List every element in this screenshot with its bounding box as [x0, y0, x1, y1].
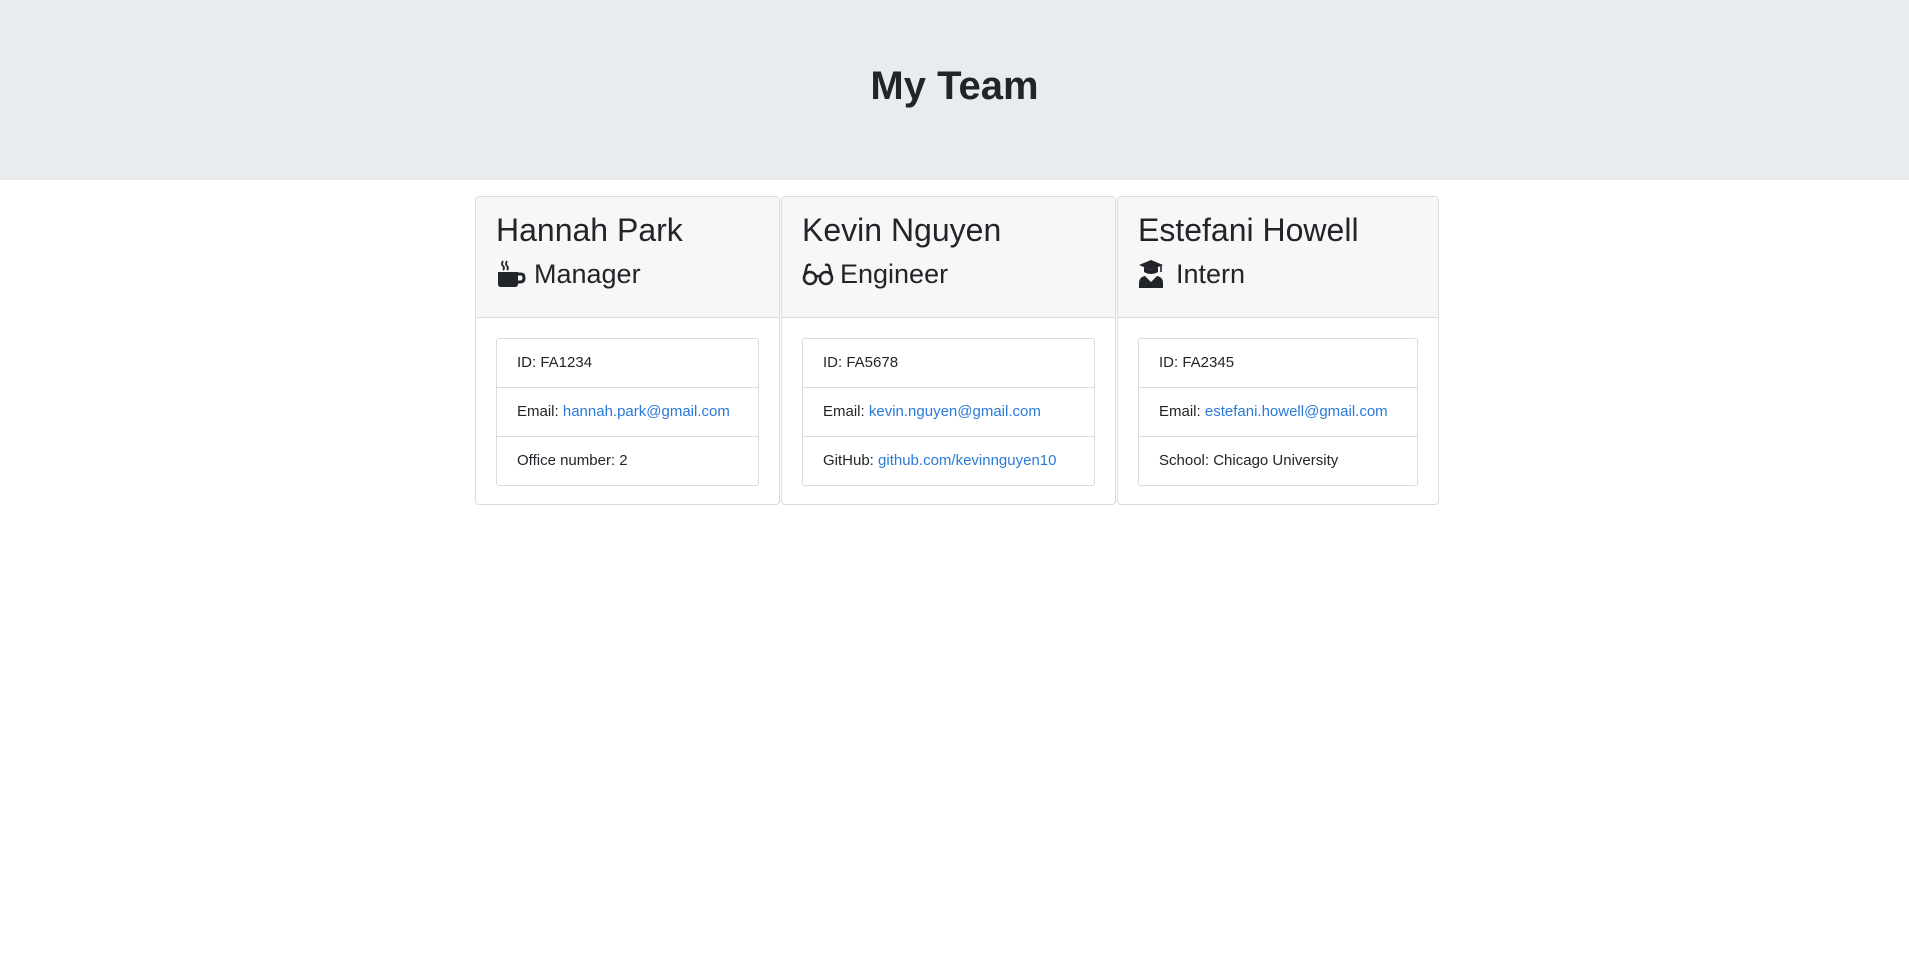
employee-github: GitHub: github.com/kevinnguyen10 [803, 436, 1094, 485]
github-link[interactable]: github.com/kevinnguyen10 [878, 452, 1056, 469]
office-number-label: Office number: [517, 452, 616, 469]
graduate-icon [1138, 259, 1168, 289]
github-label: GitHub: [823, 452, 874, 469]
coffee-mug-icon [496, 259, 526, 289]
page-title: My Team [870, 63, 1039, 108]
id-label: ID: [1159, 354, 1179, 371]
employee-role: Engineer [802, 257, 1095, 291]
office-number-value: 2 [619, 452, 628, 469]
employee-role-label: Engineer [840, 259, 949, 289]
card-body: ID: FA5678 Email: kevin.nguyen@gmail.com… [782, 318, 1115, 504]
employee-details: ID: FA2345 Email: estefani.howell@gmail.… [1138, 338, 1418, 486]
email-link[interactable]: hannah.park@gmail.com [563, 403, 730, 420]
id-label: ID: [517, 354, 537, 371]
email-link[interactable]: kevin.nguyen@gmail.com [869, 403, 1041, 420]
school-label: School: [1159, 452, 1210, 469]
id-value: FA2345 [1182, 354, 1235, 371]
email-label: Email: [823, 403, 865, 420]
employee-role: Manager [496, 257, 759, 291]
id-label: ID: [823, 354, 843, 371]
employee-email: Email: kevin.nguyen@gmail.com [803, 387, 1094, 436]
employee-id: ID: FA5678 [803, 339, 1094, 387]
employee-name: Kevin Nguyen [802, 212, 1002, 248]
employee-email: Email: hannah.park@gmail.com [497, 387, 758, 436]
employee-office-number: Office number: 2 [497, 436, 758, 485]
employee-id: ID: FA1234 [497, 339, 758, 387]
employee-card-intern: Estefani Howell Intern ID: FA2345 Email:… [1117, 196, 1439, 505]
employee-role-label: Intern [1176, 259, 1246, 289]
employee-school: School: Chicago University [1139, 436, 1417, 485]
card-header: Kevin Nguyen Engineer [782, 197, 1115, 318]
card-header: Hannah Park Manager [476, 197, 779, 318]
card-header: Estefani Howell Intern [1118, 197, 1438, 318]
employee-details: ID: FA1234 Email: hannah.park@gmail.com … [496, 338, 759, 486]
employee-id: ID: FA2345 [1139, 339, 1417, 387]
employee-role-label: Manager [534, 259, 641, 289]
school-value: Chicago University [1213, 452, 1339, 469]
employee-email: Email: estefani.howell@gmail.com [1139, 387, 1417, 436]
glasses-icon [802, 259, 834, 289]
employee-name: Estefani Howell [1138, 212, 1359, 248]
employee-card-engineer: Kevin Nguyen Engineer ID: FA5678 Email: … [781, 196, 1116, 505]
id-value: FA5678 [846, 354, 899, 371]
page-header: My Team [0, 0, 1909, 180]
employee-role: Intern [1138, 257, 1418, 291]
email-link[interactable]: estefani.howell@gmail.com [1205, 403, 1388, 420]
email-label: Email: [517, 403, 559, 420]
team-cards: Hannah Park Manager ID: FA1234 Email: ha… [475, 196, 1439, 505]
employee-name: Hannah Park [496, 212, 683, 248]
email-label: Email: [1159, 403, 1201, 420]
card-body: ID: FA1234 Email: hannah.park@gmail.com … [476, 318, 779, 504]
card-body: ID: FA2345 Email: estefani.howell@gmail.… [1118, 318, 1438, 504]
id-value: FA1234 [540, 354, 593, 371]
employee-card-manager: Hannah Park Manager ID: FA1234 Email: ha… [475, 196, 780, 505]
employee-details: ID: FA5678 Email: kevin.nguyen@gmail.com… [802, 338, 1095, 486]
